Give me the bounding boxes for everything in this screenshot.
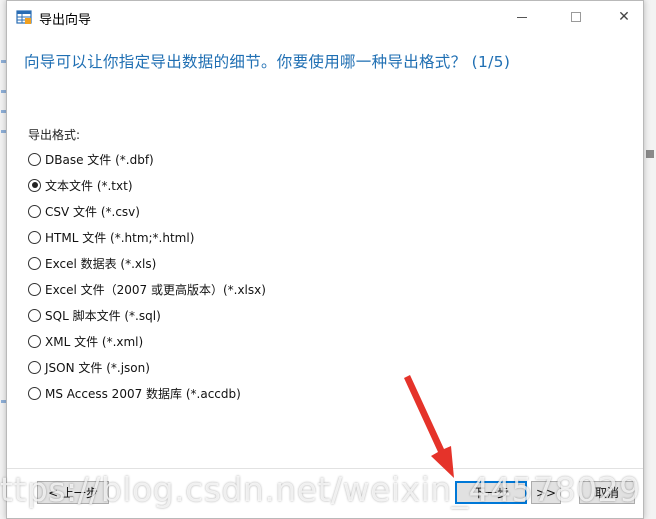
background-app-right <box>642 0 656 519</box>
export-format-option[interactable]: Excel 文件（2007 或更高版本）(*.xlsx) <box>28 279 266 299</box>
export-format-option-label: HTML 文件 (*.htm;*.html) <box>45 230 195 245</box>
radio-unchecked-icon[interactable] <box>28 334 41 348</box>
radio-unchecked-icon[interactable] <box>28 308 41 322</box>
export-format-option[interactable]: XML 文件 (*.xml) <box>28 331 143 351</box>
export-format-option[interactable]: HTML 文件 (*.htm;*.html) <box>28 227 194 247</box>
radio-unchecked-icon[interactable] <box>28 386 41 400</box>
export-format-option-label: JSON 文件 (*.json) <box>45 360 150 375</box>
export-format-option-label: 文本文件 (*.txt) <box>45 178 133 193</box>
export-format-option[interactable]: MS Access 2007 数据库 (*.accdb) <box>28 383 241 403</box>
window-title: 导出向导 <box>39 13 92 28</box>
radio-unchecked-icon[interactable] <box>28 256 41 270</box>
radio-unchecked-icon[interactable] <box>28 152 41 166</box>
export-format-option-label: XML 文件 (*.xml) <box>45 334 144 349</box>
watermark-text: ttps://blog.csdn.net/weixin_44578029 <box>0 470 641 509</box>
export-format-option[interactable]: JSON 文件 (*.json) <box>28 357 150 377</box>
wizard-heading: 向导可以让你指定导出数据的细节。你要使用哪一种导出格式？ (1/5) <box>24 53 511 71</box>
maximize-icon <box>571 12 581 22</box>
footer-divider <box>7 468 643 469</box>
close-button[interactable]: ✕ <box>601 1 647 33</box>
background-mark <box>646 150 654 158</box>
radio-unchecked-icon[interactable] <box>28 230 41 244</box>
maximize-button[interactable] <box>553 1 599 33</box>
minimize-icon <box>517 16 527 18</box>
export-format-option[interactable]: CSV 文件 (*.csv) <box>28 201 140 221</box>
export-format-label: 导出格式: <box>28 128 81 142</box>
radio-unchecked-icon[interactable] <box>28 360 41 374</box>
table-icon <box>16 10 32 24</box>
export-format-option[interactable]: SQL 脚本文件 (*.sql) <box>28 305 161 325</box>
export-format-option-label: SQL 脚本文件 (*.sql) <box>45 308 161 323</box>
radio-checked-icon[interactable] <box>28 178 41 192</box>
export-format-option-label: Excel 文件（2007 或更高版本）(*.xlsx) <box>45 282 266 297</box>
radio-unchecked-icon[interactable] <box>28 282 41 296</box>
title-bar[interactable]: 导出向导 ✕ <box>7 1 643 33</box>
export-format-option[interactable]: 文本文件 (*.txt) <box>28 175 133 195</box>
close-icon: ✕ <box>618 9 630 25</box>
radio-unchecked-icon[interactable] <box>28 204 41 218</box>
export-format-option-label: MS Access 2007 数据库 (*.accdb) <box>45 386 241 401</box>
export-format-option[interactable]: Excel 数据表 (*.xls) <box>28 253 156 273</box>
export-wizard-dialog: 导出向导 ✕ 向导可以让你指定导出数据的细节。你要使用哪一种导出格式？ (1/5… <box>6 0 644 519</box>
minimize-button[interactable] <box>499 1 545 33</box>
export-format-option-label: Excel 数据表 (*.xls) <box>45 256 157 271</box>
export-format-option[interactable]: DBase 文件 (*.dbf) <box>28 149 154 169</box>
export-format-option-label: CSV 文件 (*.csv) <box>45 204 140 219</box>
export-format-option-label: DBase 文件 (*.dbf) <box>45 152 154 167</box>
